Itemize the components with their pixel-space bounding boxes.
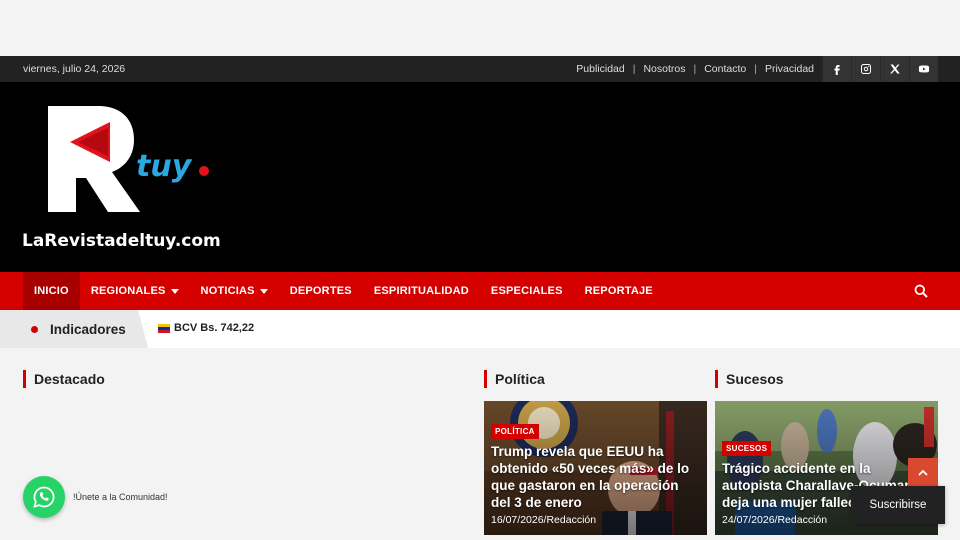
ticker-label: Indicadores bbox=[0, 310, 148, 348]
nav-label: REPORTAJE bbox=[584, 285, 653, 297]
separator: | bbox=[693, 63, 697, 75]
nav-item-deportes[interactable]: DEPORTES bbox=[279, 272, 363, 310]
separator: | bbox=[754, 63, 757, 75]
nav-label: INICIO bbox=[34, 285, 69, 297]
news-meta: 16/07/2026/Redacción bbox=[491, 514, 597, 526]
site-header: tuy LaRevistadeltuy.com bbox=[0, 82, 960, 272]
section-title-sucesos[interactable]: Sucesos bbox=[715, 370, 784, 388]
nav-label: ESPIRITUALIDAD bbox=[373, 285, 469, 297]
chevron-down-icon bbox=[259, 289, 268, 294]
nav-label: NOTICIAS bbox=[200, 285, 255, 297]
nav-items: INICIO REGIONALES NOTICIAS DEPORTES ESPI… bbox=[23, 272, 664, 310]
bcv-rate[interactable]: BCV Bs. 742,22 bbox=[158, 322, 254, 334]
ad-strip bbox=[0, 0, 960, 56]
link-nosotros[interactable]: Nosotros bbox=[643, 63, 685, 75]
nav-item-regionales[interactable]: REGIONALES bbox=[80, 272, 190, 310]
logo-tuy-text: tuy bbox=[136, 149, 193, 184]
site-logo[interactable]: tuy LaRevistadeltuy.com bbox=[20, 100, 235, 255]
main-nav: INICIO REGIONALES NOTICIAS DEPORTES ESPI… bbox=[0, 272, 960, 310]
logo-wordmark: LaRevistadeltuy.com bbox=[22, 231, 221, 251]
news-title[interactable]: Trump revela que EEUU ha obtenido «50 ve… bbox=[491, 443, 699, 511]
category-badge[interactable]: SUCESOS bbox=[722, 441, 772, 456]
nav-item-reportaje[interactable]: REPORTAJE bbox=[574, 272, 664, 310]
chevron-up-icon bbox=[918, 469, 928, 476]
section-title-politica[interactable]: Política bbox=[484, 370, 545, 388]
instagram-icon[interactable] bbox=[851, 56, 880, 82]
top-links: Publicidad | Nosotros | Contacto | Privacid… bbox=[576, 63, 814, 75]
x-icon[interactable] bbox=[880, 56, 909, 82]
search-icon[interactable] bbox=[914, 284, 928, 298]
category-badge[interactable]: POLÍTICA bbox=[491, 424, 539, 439]
youtube-icon[interactable] bbox=[909, 56, 938, 82]
whatsapp-label[interactable]: !Únete a la Comunidad! bbox=[73, 492, 168, 502]
top-bar: viernes, julio 24, 2026 Publicidad | Noso… bbox=[0, 56, 960, 82]
nav-item-noticias[interactable]: NOTICIAS bbox=[190, 272, 279, 310]
nav-label: DEPORTES bbox=[289, 285, 352, 297]
social-links bbox=[822, 56, 938, 82]
current-date: viernes, julio 24, 2026 bbox=[23, 63, 126, 75]
nav-label: ESPECIALES bbox=[490, 285, 563, 297]
ticker-title: Indicadores bbox=[50, 321, 126, 337]
live-dot-icon bbox=[31, 325, 38, 333]
news-meta: 24/07/2026/Redacción bbox=[722, 514, 828, 526]
link-contacto[interactable]: Contacto bbox=[704, 63, 746, 75]
facebook-icon[interactable] bbox=[822, 56, 851, 82]
subscribe-button[interactable]: Suscribirse bbox=[851, 486, 945, 524]
venezuela-flag-icon bbox=[158, 323, 170, 333]
separator: | bbox=[632, 63, 636, 75]
whatsapp-button[interactable] bbox=[23, 476, 65, 518]
whatsapp-icon bbox=[33, 486, 55, 508]
nav-item-especiales[interactable]: ESPECIALES bbox=[480, 272, 574, 310]
scroll-to-top-button[interactable] bbox=[908, 458, 938, 488]
chevron-down-icon bbox=[170, 289, 179, 294]
bcv-rate-text: BCV Bs. 742,22 bbox=[174, 322, 255, 334]
section-title-destacado: Destacado bbox=[23, 370, 105, 388]
nav-item-inicio[interactable]: INICIO bbox=[23, 272, 80, 310]
link-privacidad[interactable]: Privacidad bbox=[765, 63, 814, 75]
news-card-politica[interactable]: POLÍTICA Trump revela que EEUU ha obteni… bbox=[484, 401, 707, 535]
nav-label: REGIONALES bbox=[90, 285, 166, 297]
indicators-ticker: Indicadores BCV Bs. 742,22 bbox=[0, 310, 960, 348]
nav-item-espiritualidad[interactable]: ESPIRITUALIDAD bbox=[363, 272, 480, 310]
link-publicidad[interactable]: Publicidad bbox=[576, 63, 624, 75]
